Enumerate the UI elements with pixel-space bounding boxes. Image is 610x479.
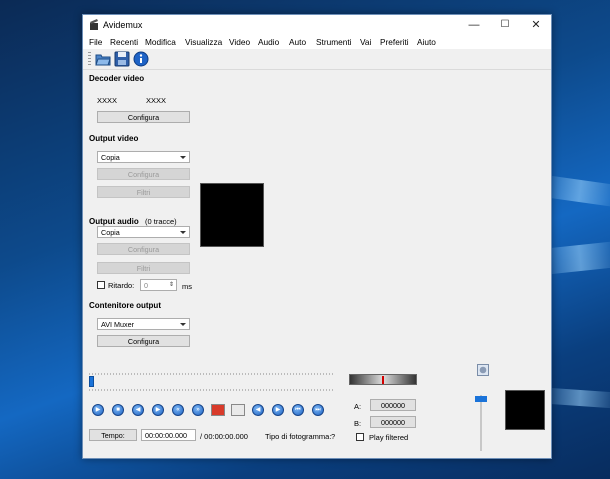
minimize-button[interactable]: — <box>459 15 489 35</box>
maximize-button[interactable]: ☐ <box>490 15 520 35</box>
container-format-value: AVI Muxer <box>101 320 135 329</box>
audio-codec-label: XXXX <box>146 96 167 105</box>
container-format-select[interactable]: AVI Muxer <box>97 318 190 330</box>
toolbar <box>83 49 551 70</box>
set-marker-a-button[interactable] <box>211 404 225 416</box>
info-icon[interactable] <box>133 51 149 67</box>
menu-bar: File Recenti Modifica Visualizza Video A… <box>83 35 551 49</box>
close-button[interactable]: ✕ <box>521 15 551 35</box>
video-configure-button[interactable]: Configura <box>97 168 190 180</box>
menu-preferiti[interactable]: Preferiti <box>380 37 409 47</box>
audio-delay-unit: ms <box>182 282 192 291</box>
container-configure-button[interactable]: Configura <box>97 335 190 347</box>
menu-aiuto[interactable]: Aiuto <box>417 37 436 47</box>
audio-delay-value: 0 <box>144 281 148 290</box>
total-duration: / 00:00:00.000 <box>200 432 248 441</box>
title-bar: Avidemux — ☐ ✕ <box>83 15 551 35</box>
play-button[interactable]: ▶ <box>92 404 104 416</box>
volume-slider-track[interactable] <box>480 395 482 451</box>
go-to-end-button[interactable]: ⏭ <box>312 404 324 416</box>
timeline-ticks-top <box>89 373 333 375</box>
jog-position-marker <box>382 376 384 384</box>
set-marker-b-button[interactable] <box>231 404 245 416</box>
menu-visualizza[interactable]: Visualizza <box>185 37 222 47</box>
audio-tracks-count: (0 tracce) <box>145 217 177 226</box>
menu-strumenti[interactable]: Strumenti <box>316 37 352 47</box>
save-icon[interactable] <box>114 51 130 67</box>
marker-a-button[interactable]: 000000 <box>370 399 416 411</box>
marker-a-label: A: <box>354 402 362 411</box>
video-output-heading: Output video <box>89 134 139 143</box>
jog-shuttle[interactable] <box>349 374 417 385</box>
audio-codec-select[interactable]: Copia <box>97 226 190 238</box>
audio-delay-input[interactable]: 0 ⇕ <box>140 279 177 291</box>
audio-output-heading: Output audio <box>89 217 139 226</box>
audio-configure-button[interactable]: Configura <box>97 243 190 255</box>
decoder-configure-button[interactable]: Configura <box>97 111 190 123</box>
previous-keyframe-button[interactable]: « <box>172 404 184 416</box>
avidemux-window: Avidemux — ☐ ✕ File Recenti Modifica Vis… <box>82 14 552 459</box>
chevron-down-icon <box>180 323 186 326</box>
frame-type-label: Tipo di fotogramma: <box>265 432 332 441</box>
chevron-down-icon <box>180 231 186 234</box>
video-codec-label: XXXX <box>97 96 118 105</box>
timeline-slider-handle[interactable] <box>89 376 94 387</box>
play-filtered-label: Play filtered <box>369 433 409 442</box>
volume-icon[interactable] <box>477 364 489 376</box>
menu-modifica[interactable]: Modifica <box>145 37 176 47</box>
chevron-down-icon <box>180 156 186 159</box>
go-to-start-button[interactable]: ⏮ <box>292 404 304 416</box>
clapperboard-icon <box>90 19 98 30</box>
decoder-heading: Decoder video <box>89 74 145 83</box>
container-heading: Contenitore output <box>89 301 161 310</box>
play-filtered-checkbox[interactable] <box>356 433 364 441</box>
menu-vai[interactable]: Vai <box>360 37 371 47</box>
menu-recenti[interactable]: Recenti <box>110 37 138 47</box>
menu-file[interactable]: File <box>89 37 102 47</box>
frame-type-value: ? <box>331 432 336 441</box>
menu-auto[interactable]: Auto <box>289 37 306 47</box>
marker-b-label: B: <box>354 419 362 428</box>
open-folder-icon[interactable] <box>95 51 111 67</box>
audio-codec-value: Copia <box>101 228 120 237</box>
window-title: Avidemux <box>103 20 143 30</box>
menu-video[interactable]: Video <box>229 37 250 47</box>
menu-audio[interactable]: Audio <box>258 37 279 47</box>
input-video-preview <box>200 183 264 247</box>
toolbar-grip[interactable] <box>88 52 91 66</box>
stop-button[interactable]: ■ <box>112 404 124 416</box>
next-frame-button[interactable]: ▶ <box>152 404 164 416</box>
audio-filters-button[interactable]: Filtri <box>97 262 190 274</box>
next-black-frame-button[interactable]: ▶ <box>272 404 284 416</box>
spin-arrows-icon[interactable]: ⇕ <box>169 280 174 291</box>
video-filters-button[interactable]: Filtri <box>97 186 190 198</box>
time-button[interactable]: Tempo: <box>89 429 137 441</box>
video-codec-value: Copia <box>101 153 120 162</box>
output-video-preview <box>505 390 545 430</box>
audio-delay-checkbox[interactable] <box>97 281 105 289</box>
previous-black-frame-button[interactable]: ◀ <box>252 404 264 416</box>
current-time-input[interactable]: 00:00:00.000 <box>141 429 196 441</box>
timeline-ticks-bottom <box>89 389 333 391</box>
audio-delay-label: Ritardo: <box>108 281 135 290</box>
next-keyframe-button[interactable]: » <box>192 404 204 416</box>
volume-slider-handle[interactable] <box>475 396 487 402</box>
video-codec-select[interactable]: Copia <box>97 151 190 163</box>
marker-b-button[interactable]: 000000 <box>370 416 416 428</box>
previous-frame-button[interactable]: ◀ <box>132 404 144 416</box>
